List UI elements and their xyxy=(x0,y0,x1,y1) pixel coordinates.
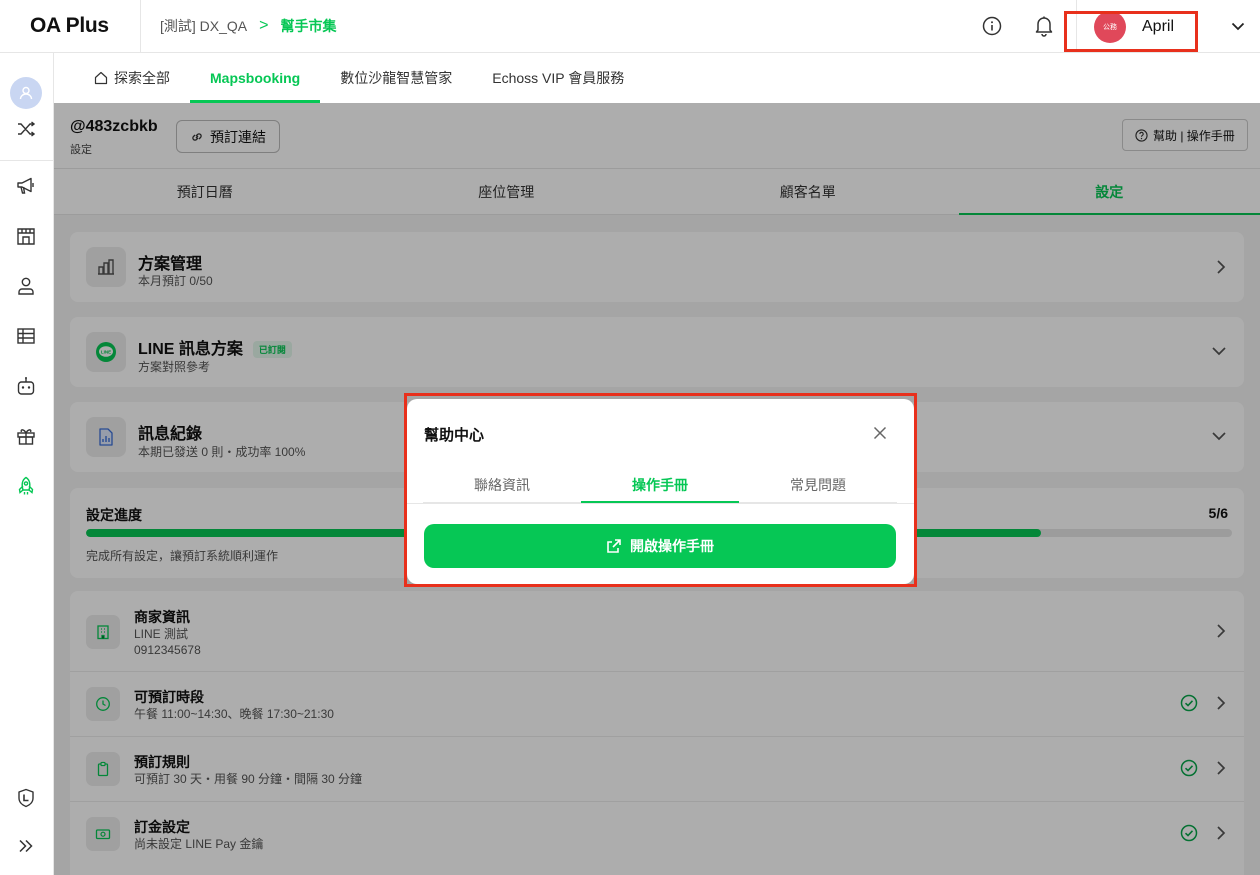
tab-label: Mapsbooking xyxy=(210,70,301,86)
bot-icon[interactable] xyxy=(14,374,38,398)
breadcrumb: [測試] DX_QA > 幫手市集 xyxy=(140,0,336,53)
user-icon[interactable] xyxy=(14,274,38,298)
tab-label: 探索全部 xyxy=(114,70,170,86)
tab-echoss-vip[interactable]: Echoss VIP 會員服務 xyxy=(472,53,644,103)
table-icon[interactable] xyxy=(14,324,38,348)
info-icon[interactable] xyxy=(978,12,1006,40)
bell-icon[interactable] xyxy=(1030,12,1058,40)
main-tabs: 探索全部 Mapsbooking 數位沙龍智慧管家 Echoss VIP 會員服… xyxy=(54,53,1260,103)
tab-label: 數位沙龍智慧管家 xyxy=(340,70,453,86)
home-icon xyxy=(94,71,108,85)
shield-line-icon[interactable] xyxy=(14,786,38,810)
chevron-down-icon xyxy=(1230,18,1246,34)
rail-divider xyxy=(0,160,54,161)
left-rail xyxy=(0,53,54,875)
breadcrumb-account[interactable]: [測試] DX_QA xyxy=(160,16,247,36)
tab-salon[interactable]: 數位沙龍智慧管家 xyxy=(320,53,472,103)
expand-icon[interactable] xyxy=(14,834,38,858)
gift-icon[interactable] xyxy=(14,424,38,448)
tab-explore-all[interactable]: 探索全部 xyxy=(74,53,190,103)
tab-label: Echoss VIP 會員服務 xyxy=(492,70,625,86)
account-avatar[interactable] xyxy=(10,77,42,109)
breadcrumb-separator: > xyxy=(259,17,269,34)
tab-mapsbooking[interactable]: Mapsbooking xyxy=(190,53,321,103)
switch-icon[interactable] xyxy=(14,117,38,141)
highlight-box xyxy=(404,393,917,587)
breadcrumb-current: 幫手市集 xyxy=(280,18,337,34)
app-logo[interactable]: OA Plus xyxy=(0,14,140,38)
store-icon[interactable] xyxy=(14,224,38,248)
megaphone-icon[interactable] xyxy=(14,174,38,198)
rocket-icon[interactable] xyxy=(14,474,38,498)
highlight-box xyxy=(1064,11,1198,52)
